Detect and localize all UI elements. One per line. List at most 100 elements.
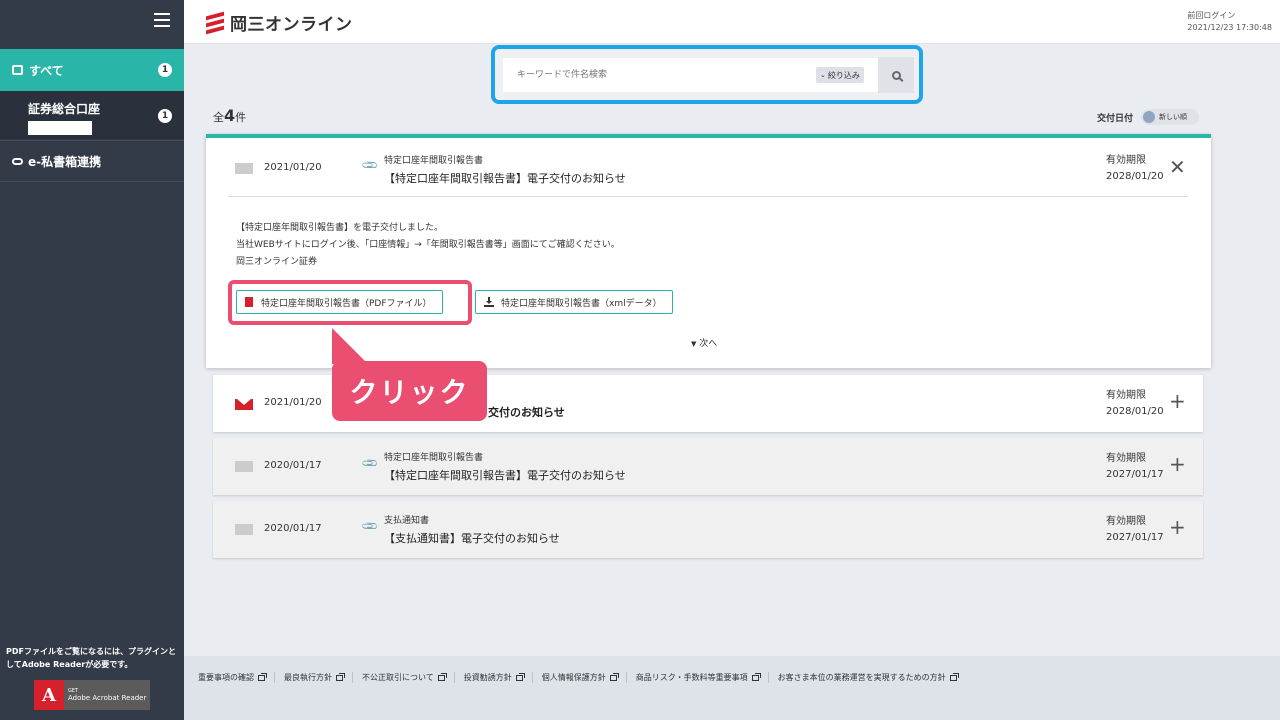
expand-plus-icon[interactable]: + (1169, 454, 1186, 474)
footer-links: 重要事項の確認 最良執行方針 不公正取引について 投資勧誘方針 個人情報保護方針… (198, 672, 966, 683)
message-subject: 【支払通知書】電子交付のお知らせ (384, 532, 560, 545)
external-link-icon (609, 672, 619, 681)
message-date: 2020/01/17 (264, 460, 322, 471)
card-divider (228, 196, 1188, 197)
result-count: 全4件 (213, 106, 246, 125)
message-doc-type: 支払通知書 (384, 516, 430, 526)
validity-date: 2027/01/17 (1106, 469, 1164, 480)
message-card[interactable]: 2020/01/17 📎 支払通知書 【支払通知書】電子交付のお知らせ 有効期限… (213, 501, 1203, 558)
message-validity: 有効期限 2028/01/20 (1106, 153, 1164, 185)
footer-link-label: 最良執行方針 (284, 673, 332, 682)
message-validity: 有効期限 2027/01/17 (1106, 451, 1164, 483)
sort-order-toggle[interactable]: 新しい順 (1141, 109, 1200, 125)
last-login-time: 2021/12/23 17:30:48 (1187, 23, 1272, 32)
footer-link[interactable]: 重要事項の確認 (198, 672, 274, 683)
sidebar-item-e-shishobako[interactable]: e-私書箱連携 (0, 140, 184, 182)
filter-button-label: 絞り込み (827, 70, 860, 80)
validity-label: 有効期限 (1106, 155, 1146, 166)
sidebar: すべて 1 証券総合口座 1 e-私書箱連携 PDFファイルをご覧になるには、プ… (0, 0, 184, 720)
attachment-icon: 📎 (360, 517, 380, 536)
hamburger-menu-icon[interactable] (154, 13, 170, 27)
message-date: 2021/01/20 (264, 397, 322, 408)
external-link-icon (515, 672, 525, 681)
sidebar-item-account[interactable]: 証券総合口座 1 (0, 91, 184, 139)
message-doc-type: 特定口座年間取引報告書 (384, 156, 484, 166)
validity-date: 2027/01/17 (1106, 532, 1164, 543)
account-number-mask (28, 121, 92, 135)
adobe-reader-banner[interactable]: A GET Adobe Acrobat Reader (34, 680, 150, 710)
attachment-icon: 📎 (360, 454, 380, 473)
sidebar-item-all-label: すべて (29, 63, 64, 78)
adobe-name-label: Adobe Acrobat Reader (68, 694, 147, 702)
attachment-icon: 📎 (360, 156, 380, 175)
message-body: 【特定口座年間取引報告書】を電子交付しました。 当社WEBサイトにログイン後、「… (236, 220, 620, 271)
brand-mark-icon (206, 11, 224, 34)
message-body-line: 【特定口座年間取引報告書】を電子交付しました。 (236, 223, 444, 233)
sort-label: 交付日付 (1097, 113, 1134, 124)
message-body-line: 当社WEBサイトにログイン後、「口座情報」→「年間取引報告書等」画面にてご確認く… (236, 240, 620, 250)
message-subject: 交付のお知らせ (488, 406, 565, 419)
footer-link[interactable]: 商品リスク・手数料等重要事項 (625, 672, 768, 683)
header: 岡三オンライン 前回ログイン 2021/12/23 17:30:48 (184, 0, 1280, 44)
message-doc-type: 特定口座年間取引報告書 (384, 453, 484, 463)
search-button[interactable] (878, 57, 914, 93)
filter-button[interactable]: ⌄ 絞り込み (816, 67, 864, 83)
expand-plus-icon[interactable]: + (1169, 517, 1186, 537)
expand-plus-icon[interactable]: + (1169, 391, 1186, 411)
next-link[interactable]: ▼ 次へ (691, 336, 717, 349)
validity-label: 有効期限 (1106, 453, 1146, 464)
message-date: 2020/01/17 (264, 523, 322, 534)
xml-download-label: 特定口座年間取引報告書（xmlデータ） (501, 298, 662, 309)
search-highlight-frame: ⌄ 絞り込み (491, 45, 923, 104)
message-body-line: 岡三オンライン証券 (236, 257, 318, 267)
message-subject: 【特定口座年間取引報告書】電子交付のお知らせ (384, 469, 626, 482)
brand-name: 岡三オンライン (230, 15, 353, 35)
footer-link[interactable]: 最良執行方針 (274, 672, 352, 683)
footer-link-label: お客さま本位の業務運営を実現するための方針 (777, 673, 946, 682)
xml-download-button[interactable]: 特定口座年間取引報告書（xmlデータ） (475, 290, 673, 314)
account-count-badge: 1 (158, 109, 172, 123)
count-suffix: 件 (235, 111, 247, 124)
envelope-open-icon (235, 521, 253, 535)
last-login-label: 前回ログイン (1187, 11, 1236, 20)
external-link-icon (949, 672, 959, 681)
brand-logo[interactable]: 岡三オンライン (206, 10, 353, 35)
footer-link-label: 重要事項の確認 (198, 673, 254, 682)
validity-date: 2028/01/20 (1106, 171, 1164, 182)
external-link-icon (336, 672, 345, 681)
callout-pointer (332, 328, 368, 364)
adobe-logo-icon: A (34, 680, 64, 710)
link-icon (12, 157, 23, 165)
sidebar-item-all[interactable]: すべて 1 (0, 49, 184, 91)
footer: 重要事項の確認 最良執行方針 不公正取引について 投資勧誘方針 個人情報保護方針… (184, 656, 1280, 720)
message-card[interactable]: 2020/01/17 📎 特定口座年間取引報告書 【特定口座年間取引報告書】電子… (213, 438, 1203, 495)
footer-link[interactable]: 不公正取引について (352, 672, 454, 683)
external-link-icon (258, 672, 267, 681)
sidebar-top (0, 0, 184, 46)
external-link-icon (437, 672, 447, 681)
inbox-icon (12, 65, 23, 75)
triangle-down-icon: ▼ (691, 340, 697, 348)
footer-link[interactable]: お客さま本位の業務運営を実現するための方針 (767, 672, 966, 683)
footer-link-label: 不公正取引について (362, 673, 434, 682)
footer-link[interactable]: 個人情報保護方針 (531, 672, 626, 683)
chevron-down-icon: ⌄ (820, 71, 826, 79)
envelope-open-icon (235, 458, 253, 472)
footer-link[interactable]: 投資勧誘方針 (453, 672, 532, 683)
validity-label: 有効期限 (1106, 390, 1146, 401)
footer-link-label: 商品リスク・手数料等重要事項 (635, 673, 748, 682)
last-login: 前回ログイン 2021/12/23 17:30:48 (1187, 10, 1272, 34)
search-icon (891, 70, 901, 80)
sort-control: 交付日付 新しい順 (1097, 109, 1200, 125)
close-icon[interactable]: ✕ (1169, 157, 1186, 177)
sidebar-item-e-shishobako-label: e-私書箱連携 (28, 154, 102, 169)
count-value: 4 (224, 106, 236, 125)
pdf-reader-note: PDFファイルをご覧になるには、プラグインとしてAdobe Readerが必要で… (6, 647, 176, 669)
external-link-icon (751, 672, 761, 681)
validity-date: 2028/01/20 (1106, 406, 1164, 417)
pdf-button-highlight-frame (228, 280, 472, 325)
next-link-label: 次へ (699, 339, 718, 349)
unread-count-badge: 1 (158, 63, 172, 77)
message-validity: 有効期限 2027/01/17 (1106, 514, 1164, 546)
message-subject: 【特定口座年間取引報告書】電子交付のお知らせ (384, 172, 626, 185)
